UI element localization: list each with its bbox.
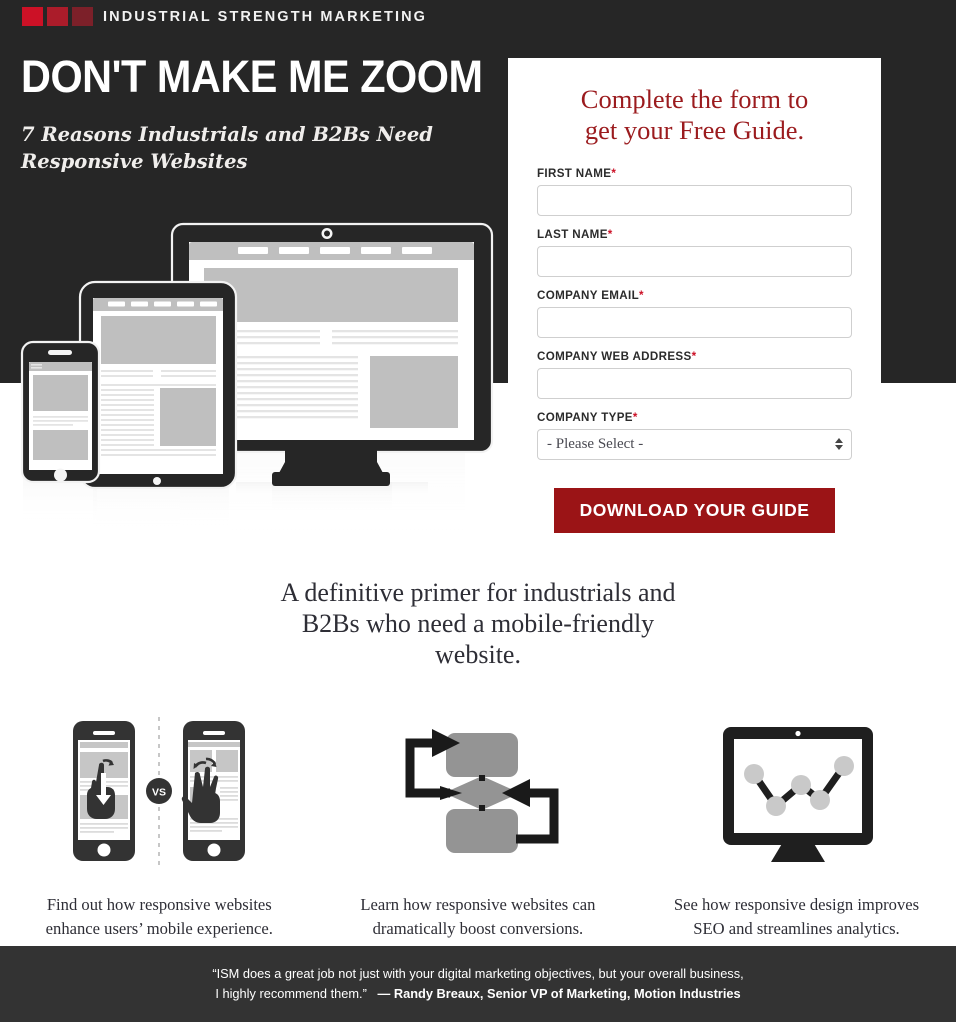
field-last-name: LAST NAME* [537,228,852,277]
site-logo[interactable]: INDUSTRIAL STRENGTH MARKETING [22,7,427,26]
footer-testimonial: “ISM does a great job not just with your… [0,946,956,1022]
benefit-caption-2: Learn how responsive websites can dramat… [319,893,638,941]
company-type-label: COMPANY TYPE* [537,410,638,424]
required-marker: * [607,227,613,241]
form-title: Complete the form to get your Free Guide… [537,84,852,147]
primer-line-2: B2Bs who need a mobile-friendly [301,608,655,638]
page-subtitle: 7 Reasons Industrials and B2Bs Need Resp… [21,123,433,173]
responsive-devices-illustration [0,210,510,570]
quote-line-1: “ISM does a great job not just with your… [212,966,744,982]
quote-line-2: I highly recommend them.” [215,986,367,1001]
last-name-input[interactable] [537,245,852,277]
download-guide-button[interactable]: DOWNLOAD YOUR GUIDE [553,487,836,533]
svg-text:VS: VS [152,786,166,798]
quote-attribution: — Randy Breaux, Senior VP of Marketing, … [377,986,741,1001]
smartphone-device [20,340,101,484]
benefits-row: VS Find out how responsive websites enha… [0,700,956,941]
field-company-web-address: COMPANY WEB ADDRESS* [537,350,852,399]
conversion-flow-diagram-icon [319,700,638,885]
benefit-caption-1: Find out how responsive websites enhance… [0,893,319,941]
field-company-type: COMPANY TYPE* - Please Select - [537,411,852,460]
company-web-address-input[interactable] [537,367,852,399]
monitor-analytics-chart-icon [637,700,956,885]
two-phones-vs-icon: VS [0,700,319,885]
company-email-label: COMPANY EMAIL* [537,288,644,302]
company-type-select[interactable]: - Please Select - [537,428,852,460]
logo-square-1-icon [22,7,43,26]
benefit-seo-analytics: See how responsive design improves SEO a… [637,700,956,941]
first-name-label: FIRST NAME* [537,166,617,180]
primer-line-3: website. [435,639,521,669]
field-first-name: FIRST NAME* [537,167,852,216]
company-web-address-label: COMPANY WEB ADDRESS* [537,349,697,363]
tablet-device [78,280,238,490]
required-marker: * [639,288,644,302]
primer-line-1: A definitive primer for industrials and [280,578,676,607]
benefit-conversions: Learn how responsive websites can dramat… [319,700,638,941]
benefit-caption-2-line-2: dramatically boost conversions. [372,919,584,939]
logo-squares-icon [22,7,93,26]
logo-square-2-icon [47,7,68,26]
required-marker: * [691,349,697,363]
submit-row: DOWNLOAD YOUR GUIDE [537,487,852,533]
primer-tagline: A definitive primer for industrials and … [0,578,956,671]
landing-page: INDUSTRIAL STRENGTH MARKETING DON'T MAKE… [0,0,956,1022]
form-title-line-1: Complete the form to [580,84,809,114]
required-marker: * [632,410,638,424]
lead-capture-form: Complete the form to get your Free Guide… [508,58,881,559]
logo-square-3-icon [72,7,93,26]
company-email-input[interactable] [537,306,852,338]
benefit-caption-3-line-2: SEO and streamlines analytics. [693,919,900,939]
logo-text: INDUSTRIAL STRENGTH MARKETING [103,8,428,25]
benefit-caption-1-line-2: enhance users’ mobile experience. [45,919,273,939]
benefit-caption-2-line-1: Learn how responsive websites can [360,895,596,914]
benefit-mobile-experience: VS Find out how responsive websites enha… [0,700,319,941]
testimonial-quote: “ISM does a great job not just with your… [212,964,743,1004]
form-title-line-2: get your Free Guide. [584,115,805,146]
required-marker: * [611,166,617,180]
last-name-label: LAST NAME* [537,227,613,241]
benefit-caption-1-line-1: Find out how responsive websites [46,895,272,914]
page-title: DON'T MAKE ME ZOOM [21,51,483,102]
benefit-caption-3-line-1: See how responsive design improves [673,895,920,914]
benefit-caption-3: See how responsive design improves SEO a… [637,893,956,941]
field-company-email: COMPANY EMAIL* [537,289,852,338]
first-name-input[interactable] [537,184,852,216]
